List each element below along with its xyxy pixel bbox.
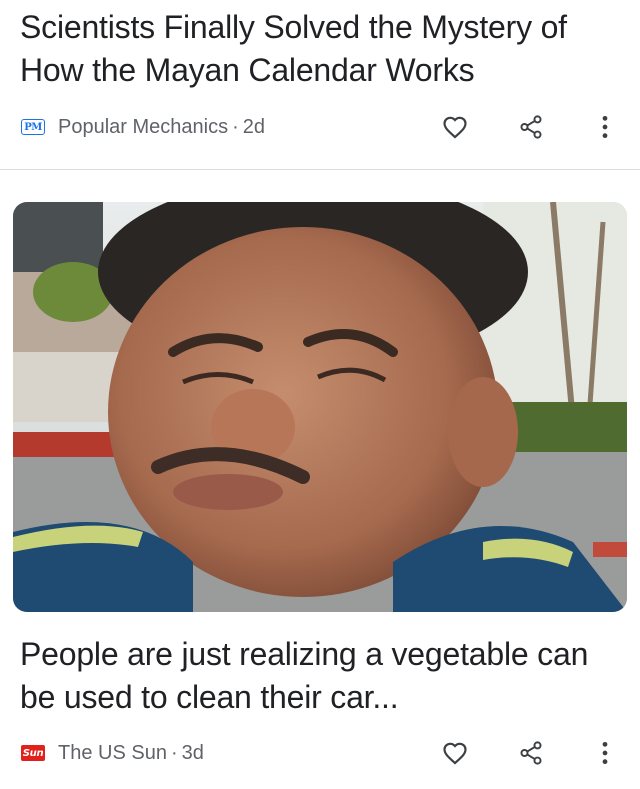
source-name: The US Sun [58,742,167,764]
article-headline[interactable]: People are just realizing a vegetable ca… [20,633,620,719]
more-options-button[interactable] [585,733,625,773]
more-vertical-icon [602,741,608,765]
more-options-button[interactable] [585,107,625,147]
card-divider [0,169,640,170]
article-card-vegetable-car[interactable]: People are just realizing a vegetable ca… [0,172,640,789]
meta-separator: · [170,742,178,764]
meta-separator: · [232,116,239,138]
share-button[interactable] [511,107,551,147]
article-source: The US Sun · 3d [58,742,204,764]
article-meta-row: Sun The US Sun · 3d [0,733,640,773]
article-age: 3d [181,742,204,764]
article-age: 2d [242,116,266,138]
favorite-button[interactable] [435,107,475,147]
thumbnail-photo [13,202,627,612]
share-icon [520,115,542,139]
favorite-button[interactable] [435,733,475,773]
the-us-sun-logo-icon: Sun [21,745,45,761]
article-card-mayan-calendar[interactable]: Scientists Finally Solved the Mystery of… [0,0,640,170]
more-vertical-icon [602,115,608,139]
article-thumbnail[interactable] [13,202,627,612]
article-headline[interactable]: Scientists Finally Solved the Mystery of… [20,6,620,92]
heart-outline-icon [443,742,467,765]
heart-outline-icon [443,116,467,139]
article-meta-row: PM Popular Mechanics · 2d [0,107,640,147]
popular-mechanics-logo-icon: PM [21,119,45,135]
share-icon [520,741,542,765]
article-source: Popular Mechanics · 2d [58,116,265,138]
share-button[interactable] [511,733,551,773]
source-name: Popular Mechanics [58,116,229,138]
